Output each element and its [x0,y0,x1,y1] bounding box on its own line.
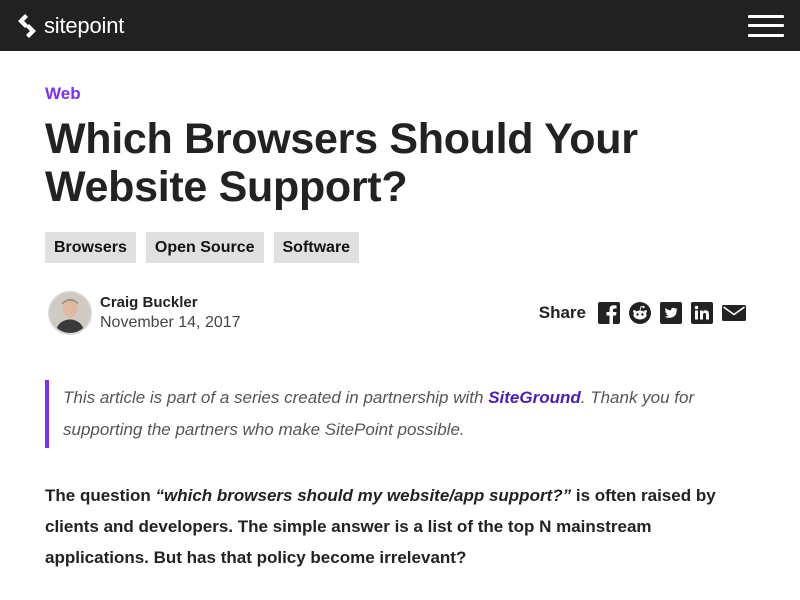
avatar[interactable] [48,291,92,335]
category-link[interactable]: Web [45,84,81,104]
publish-date: November 14, 2017 [100,314,241,331]
article-content: Web Which Browsers Should Your Website S… [45,51,755,590]
article-title: Which Browsers Should Your Website Suppo… [45,115,755,211]
reddit-icon[interactable] [629,302,651,324]
article-title-line-1: Which Browsers Should Your [45,115,638,163]
tag-list: Browsers Open Source Software [45,232,755,263]
author-photo-icon [50,293,90,333]
sitepoint-logo-link[interactable]: sitepoint [16,13,124,39]
email-icon[interactable] [722,302,746,324]
share-label: Share [538,303,586,322]
sitepoint-logo-icon [18,13,36,38]
tag-browsers[interactable]: Browsers [45,232,136,263]
twitter-icon[interactable] [660,302,682,324]
logo-text: sitepoint [44,12,125,38]
linkedin-icon[interactable] [691,302,713,324]
intro-quote: “which browsers should my website/app su… [155,486,572,505]
top-navigation-bar: sitepoint [0,0,800,51]
author-info: Craig Buckler November 14, 2017 [100,294,241,332]
intro-paragraph: The question “which browsers should my w… [45,480,735,573]
hamburger-menu-icon[interactable] [748,14,784,37]
author-block: Craig Buckler November 14, 2017 [45,291,241,335]
intro-text-start: The question [45,486,156,505]
siteground-link[interactable]: SiteGround [488,388,581,407]
partner-callout: This article is part of a series created… [45,380,735,448]
author-name[interactable]: Craig Buckler [100,294,241,311]
facebook-icon[interactable] [598,302,620,324]
tag-open-source[interactable]: Open Source [145,232,264,263]
tag-software[interactable]: Software [273,232,360,263]
callout-text-start: This article is part of a series created… [63,388,489,407]
article-meta: Craig Buckler November 14, 2017 Share [45,291,746,335]
article-title-line-2: Website Support? [45,163,408,211]
share-bar: Share [539,302,746,324]
